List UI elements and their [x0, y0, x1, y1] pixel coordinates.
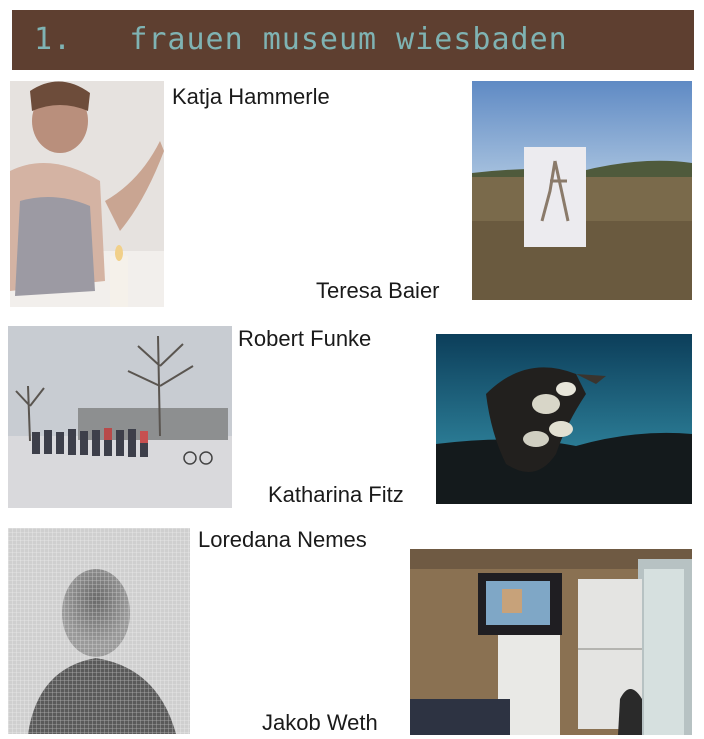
caption-jakob-weth: Jakob Weth — [262, 710, 378, 735]
caption-robert-funke: Robert Funke — [238, 326, 372, 351]
caption-loredana-nemes: Loredana Nemes — [198, 527, 367, 552]
museum-title: frauen museum wiesbaden — [129, 22, 568, 57]
caption-teresa-baier: Teresa Baier — [316, 278, 440, 303]
photo-katharina-fitz — [436, 334, 692, 504]
photo-loredana-nemes — [8, 528, 190, 734]
photo-jakob-weth — [410, 549, 692, 735]
section-number: 1. — [34, 22, 73, 57]
photo-teresa-baier — [472, 81, 692, 300]
photo-katja-hammerle — [10, 81, 164, 307]
photo-robert-funke — [8, 326, 232, 508]
caption-katharina-fitz: Katharina Fitz — [268, 482, 404, 507]
header-banner: 1. frauen museum wiesbaden — [12, 10, 694, 70]
caption-katja-hammerle: Katja Hammerle — [172, 84, 330, 109]
